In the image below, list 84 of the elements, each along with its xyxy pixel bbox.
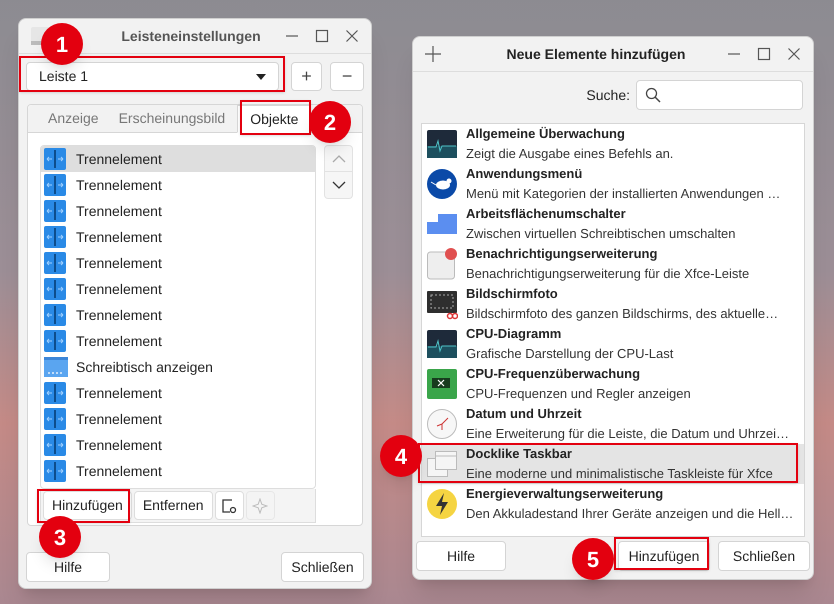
plugin-description: Eine moderne und minimalistische Taskleiste für Xfce: [466, 465, 773, 483]
window-title: Neue Elemente hinzufügen: [506, 44, 686, 64]
search-label: Suche:: [586, 86, 630, 104]
plugin-name: Bildschirmfoto: [466, 285, 559, 303]
plugin-item[interactable]: Bildschirmfoto Bildschirmfoto des ganzen Bildschirms, des aktuelle…: [422, 284, 804, 324]
separator-icon: [44, 460, 66, 482]
add-panel-button[interactable]: +: [290, 62, 322, 91]
separator-icon: [44, 226, 66, 248]
plugin-item[interactable]: Datum und Uhrzeit Eine Erweiterung für die Leiste, die Datum und Uhrzei…: [422, 404, 804, 444]
window-stack-icon: [426, 448, 458, 480]
highlight-frame: [240, 100, 311, 135]
separator-icon: [44, 330, 66, 352]
plugin-name: Docklike Taskbar: [466, 445, 573, 463]
chevron-up-icon: [332, 154, 346, 162]
clock-icon: [426, 408, 458, 440]
window-title: Leisteneinstellungen: [121, 26, 261, 46]
search-field[interactable]: [636, 80, 803, 110]
separator-icon: [44, 252, 66, 274]
remove-item-button[interactable]: Entfernen: [134, 491, 213, 520]
separator-icon: [44, 148, 66, 170]
graph-monitor-icon: [426, 128, 458, 160]
close-icon[interactable]: [345, 29, 359, 43]
help-button[interactable]: Hilfe: [416, 541, 506, 571]
star-icon: [252, 498, 268, 514]
plugin-description: Bildschirmfoto des ganzen Bildschirms, des aktuelle…: [466, 305, 778, 323]
mouse-menu-icon: [426, 168, 458, 200]
graph-monitor-icon: [426, 328, 458, 360]
plugin-name: Benachrichtigungserweiterung: [466, 245, 658, 263]
plugin-name: Anwendungsmenü: [466, 165, 584, 183]
plugin-description: Zwischen virtuellen Schreibtischen umschalten: [466, 225, 736, 243]
plugin-item[interactable]: Arbeitsflächenumschalter Zwischen virtuellen Schreibtischen umschalten: [422, 204, 804, 244]
close-button[interactable]: Schließen: [281, 552, 364, 582]
add-item-button[interactable]: Hinzufügen: [43, 491, 132, 520]
search-icon: [645, 87, 661, 103]
close-icon[interactable]: [787, 47, 801, 61]
plugin-description: Menü mit Kategorien der installierten Anwendungen …: [466, 185, 780, 203]
chevron-down-icon: [332, 181, 346, 189]
maximize-icon[interactable]: [757, 47, 771, 61]
desktop-icon: [44, 357, 68, 377]
plugin-name: CPU-Diagramm: [466, 325, 562, 343]
separator-icon: [44, 434, 66, 456]
tab[interactable]: Anzeige: [40, 104, 107, 132]
plugin-description: CPU-Frequenzen und Regler anzeigen: [466, 385, 691, 403]
maximize-icon[interactable]: [315, 29, 329, 43]
separator-icon: [44, 278, 66, 300]
separator-icon: [44, 200, 66, 222]
item-settings-button[interactable]: [214, 491, 244, 520]
plugin-item[interactable]: Benachrichtigungserweiterung Benachrichtigungserweiterung für die Xfce-Leiste: [422, 244, 804, 284]
plugin-name: CPU-Frequenzüberwachung: [466, 365, 642, 383]
plugin-name: Datum und Uhrzeit: [466, 405, 583, 423]
plugin-item[interactable]: Anwendungsmenü Menü mit Kategorien der installierten Anwendungen …: [422, 164, 804, 204]
close-button[interactable]: Schließen: [718, 541, 810, 571]
chip-icon: [426, 368, 458, 400]
add-button[interactable]: Hinzufügen: [618, 541, 710, 571]
step-number-badge: 4: [380, 435, 422, 477]
panel-dropdown[interactable]: Leiste 1: [26, 62, 279, 91]
separator-icon: [44, 174, 66, 196]
panel-item[interactable]: Trennelement: [41, 146, 315, 172]
plugin-description: Benachrichtigungserweiterung für die Xfce-Leiste: [466, 265, 750, 283]
caret-icon: [256, 74, 266, 80]
lightning-icon: [426, 488, 458, 520]
screenshot-icon: [426, 288, 458, 320]
plugin-description: Den Akkuladestand Ihrer Geräte anzeigen und die Hell…: [466, 505, 794, 523]
plugin-name: Arbeitsflächenumschalter: [466, 205, 627, 223]
plugin-item[interactable]: Allgemeine Überwachung Zeigt die Ausgabe eines Befehls an.: [422, 124, 804, 164]
plus-icon: [425, 46, 441, 62]
separator-icon: [44, 408, 66, 430]
plugin-item[interactable]: Energieverwaltungserweiterung Den Akkuladestand Ihrer Geräte anzeigen und die Hell…: [422, 484, 804, 524]
plugin-description: Grafische Darstellung der CPU-Last: [466, 345, 674, 363]
plugin-item[interactable]: CPU-Frequenzüberwachung CPU-Frequenzen und Regler anzeigen: [422, 364, 804, 404]
plugin-description: Eine Erweiterung für die Leiste, die Datum und Uhrzei…: [466, 425, 789, 443]
plugin-description: Zeigt die Ausgabe eines Befehls an.: [466, 145, 674, 163]
notification-icon: [426, 248, 458, 280]
plugin-item[interactable]: Docklike Taskbar Eine moderne und minimalistische Taskleiste für Xfce: [422, 444, 804, 484]
move-down-button[interactable]: [324, 172, 353, 199]
help-button[interactable]: Hilfe: [26, 552, 110, 582]
remove-panel-button[interactable]: −: [330, 62, 364, 91]
tab[interactable]: Erscheinungsbild: [110, 104, 234, 132]
settings-icon: [221, 498, 238, 514]
plugin-name: Allgemeine Überwachung: [466, 125, 626, 143]
plugin-name: Energieverwaltungserweiterung: [466, 485, 664, 503]
separator-icon: [44, 304, 66, 326]
separator-icon: [44, 382, 66, 404]
plugin-item[interactable]: CPU-Diagramm Grafische Darstellung der CPU-Last: [422, 324, 804, 364]
